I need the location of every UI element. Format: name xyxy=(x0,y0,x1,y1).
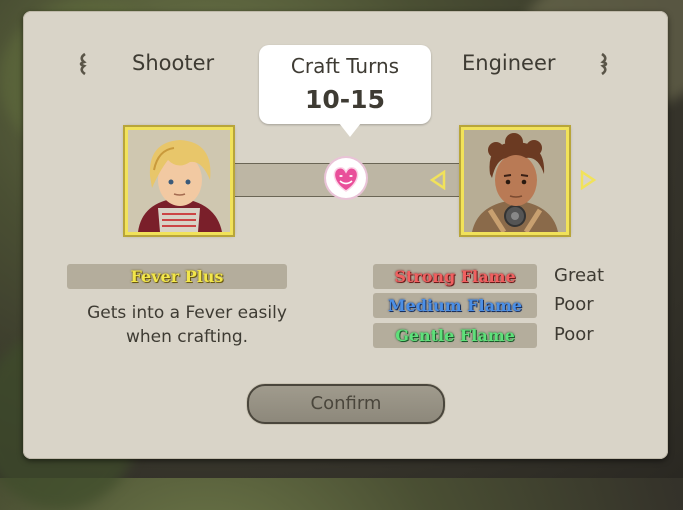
confirm-button[interactable]: Confirm xyxy=(247,384,445,424)
blonde-character-art xyxy=(128,130,230,232)
arrow-left-icon[interactable] xyxy=(429,170,447,190)
brown-haired-character-art xyxy=(464,130,566,232)
craft-turns-label: Craft Turns xyxy=(290,54,400,78)
heart-affinity-icon xyxy=(326,158,366,198)
skill-name-badge: Fever Plus xyxy=(67,264,287,289)
party-pairing-panel: Shooter Engineer Craft Turns 10-15 Fever… xyxy=(23,11,668,459)
gentle-flame-rating: Poor xyxy=(554,324,594,345)
medium-flame-rating: Poor xyxy=(554,294,594,315)
strong-flame-label: Strong Flame xyxy=(394,267,516,286)
bracket-left-icon[interactable] xyxy=(75,52,89,81)
skill-name: Fever Plus xyxy=(130,267,224,286)
arrow-right-icon[interactable] xyxy=(579,170,597,190)
right-character-job: Engineer xyxy=(462,51,556,75)
craft-turns-bubble: Craft Turns 10-15 xyxy=(259,45,431,137)
left-character-job: Shooter xyxy=(132,51,215,75)
strong-flame-rating: Great xyxy=(554,265,605,286)
skill-description-line1: Gets into a Fever easily xyxy=(87,303,287,323)
gentle-flame-badge: Gentle Flame xyxy=(373,323,537,348)
medium-flame-label: Medium Flame xyxy=(387,296,523,315)
right-character-portrait[interactable] xyxy=(461,127,569,235)
gentle-flame-label: Gentle Flame xyxy=(395,326,515,345)
left-character-portrait[interactable] xyxy=(125,127,233,235)
craft-turns-value: 10-15 xyxy=(305,85,385,114)
bracket-right-icon[interactable] xyxy=(598,52,612,81)
skill-description: Gets into a Fever easily when crafting. xyxy=(67,301,307,349)
medium-flame-badge: Medium Flame xyxy=(373,293,537,318)
skill-description-line2: when crafting. xyxy=(125,327,249,347)
strong-flame-badge: Strong Flame xyxy=(373,264,537,289)
